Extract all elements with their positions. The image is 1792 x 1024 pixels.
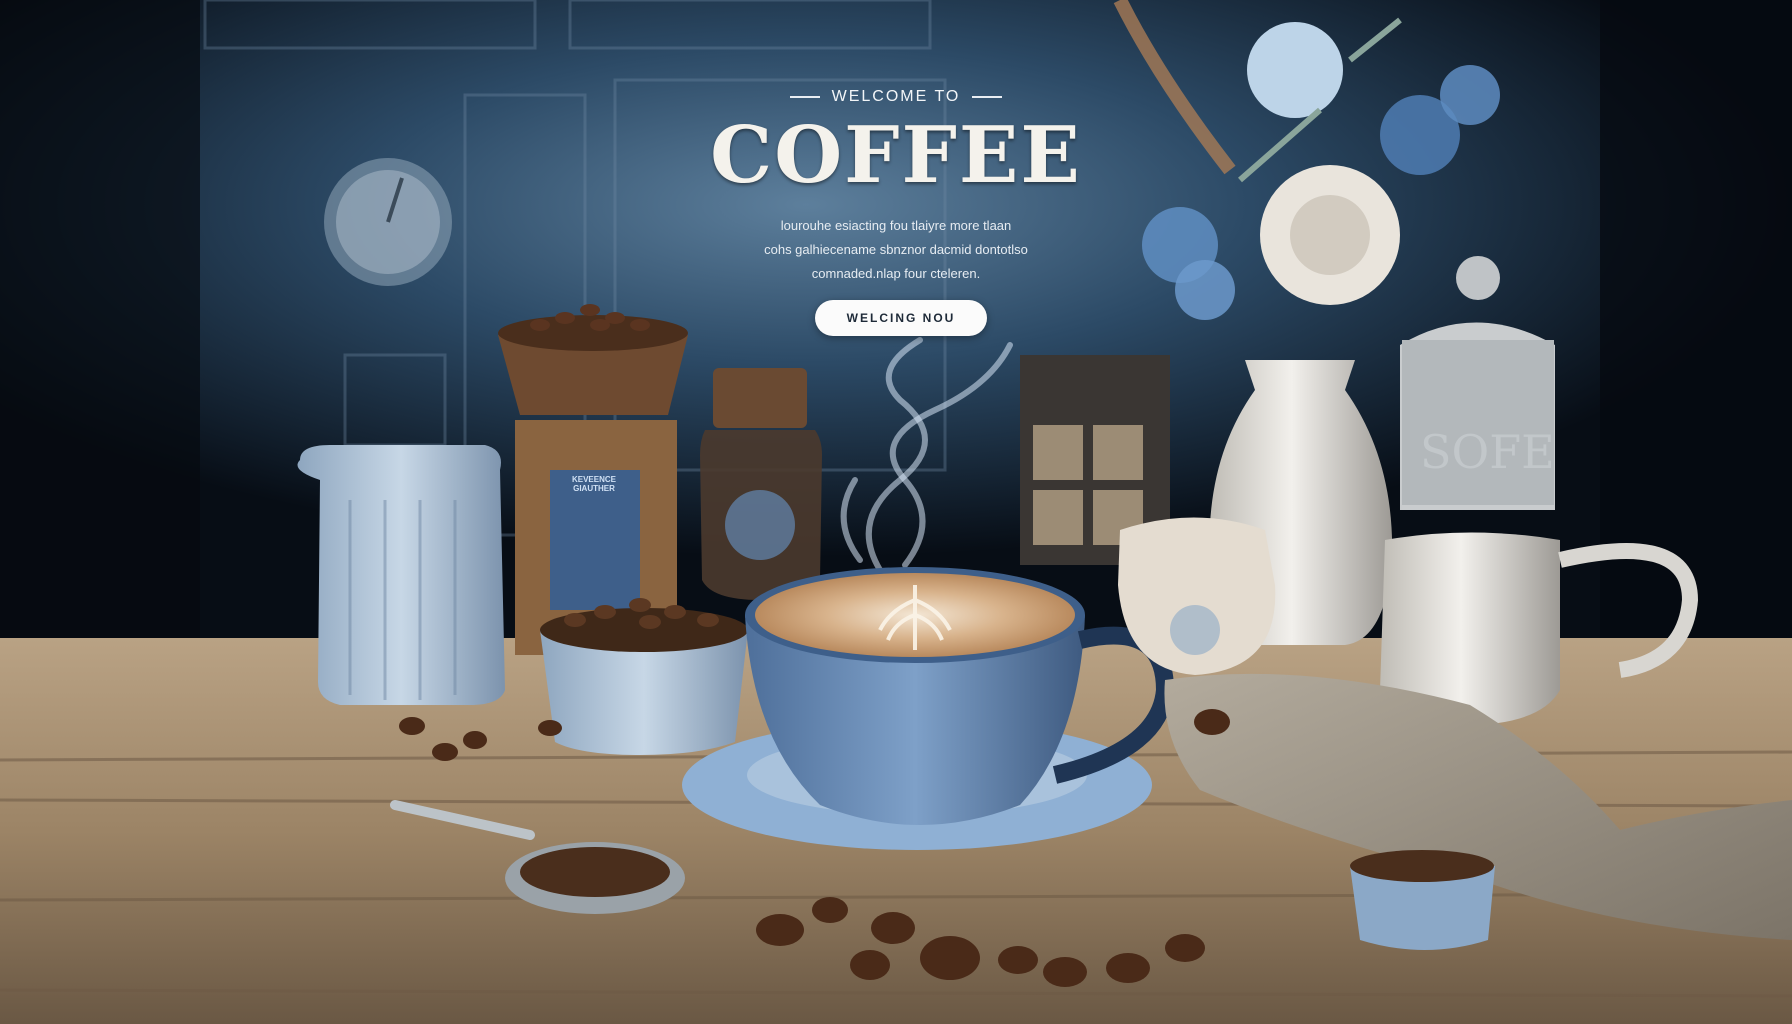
eyebrow-divider-right (972, 96, 1003, 98)
eyebrow-text: WELCOME TO (831, 88, 961, 105)
hero-description: lourouhe esiacting fou tlaiyre more tlaa… (746, 214, 1046, 286)
cta-button[interactable]: WELCING NOU (815, 300, 987, 336)
hero-description-line: cohs galhiecename sbnznor dacmid dontotl… (764, 242, 1028, 257)
hero-title: COFFEE (710, 110, 1082, 201)
jar-label-text: KEVEENCE GIAUTHER (571, 475, 616, 493)
hero-description-line: comnaded.nlap four cteleren. (811, 266, 981, 281)
canister-label-text: SOFE (1420, 425, 1555, 479)
hero-description-line: lourouhe esiacting fou tlaiyre more tlaa… (780, 218, 1012, 233)
eyebrow-divider-left (789, 96, 820, 98)
hero-scene: WELCOME TO COFFEE lourouhe esiacting fou… (0, 0, 1792, 1024)
hero-eyebrow: WELCOME TO (0, 88, 1792, 106)
